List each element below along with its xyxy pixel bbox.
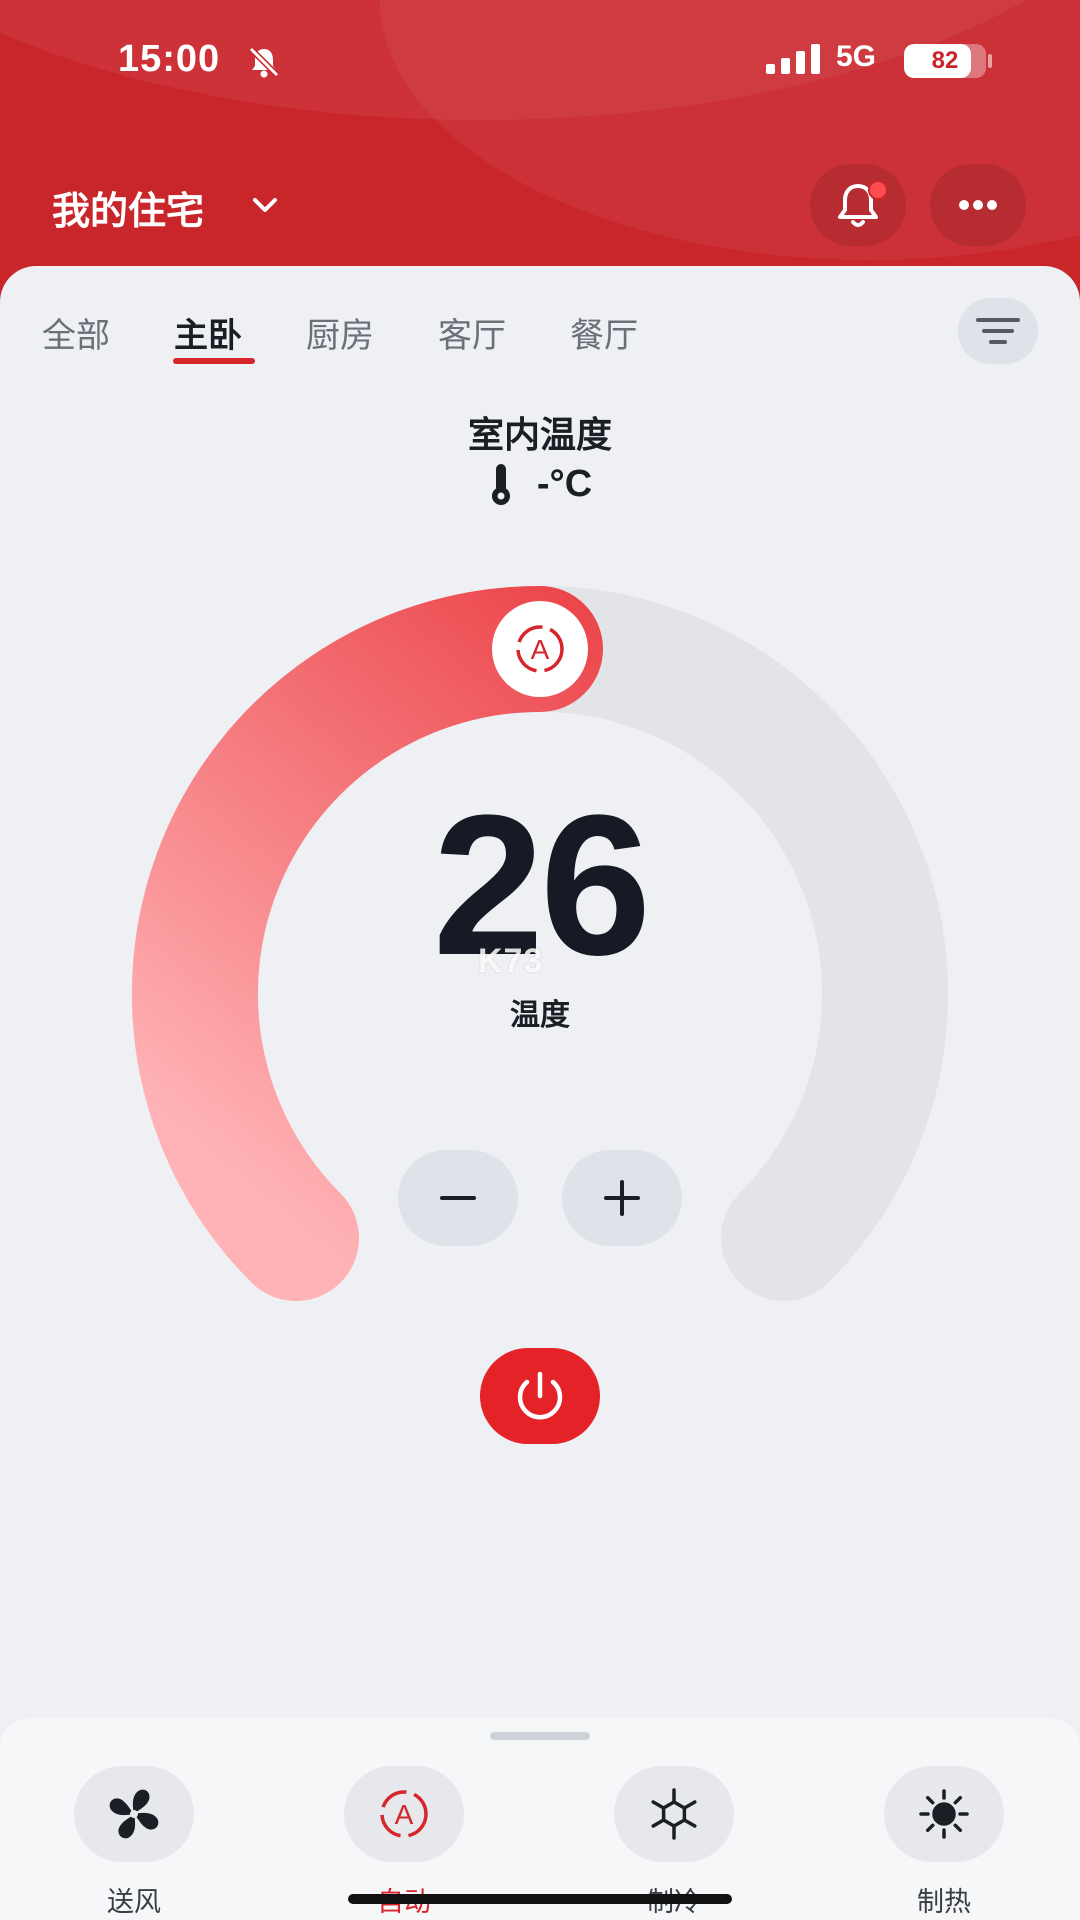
battery-tip <box>988 54 992 68</box>
bell-muted-icon <box>248 46 280 78</box>
mode-fan-button[interactable] <box>74 1766 194 1862</box>
sheet-handle[interactable] <box>490 1732 590 1740</box>
mode-auto-button[interactable]: A <box>344 1766 464 1862</box>
sun-icon <box>919 1789 969 1839</box>
app-root: 15:00 5G 82 我的住宅 全部 主卧 厨房 客厅 餐厅 室内温度 -°C… <box>0 0 1080 1920</box>
network-type: 5G <box>836 40 877 73</box>
power-button[interactable] <box>480 1348 600 1444</box>
notification-button[interactable] <box>810 164 906 246</box>
chevron-down-icon[interactable] <box>250 190 280 220</box>
mode-fan-label: 送风 <box>107 1887 161 1918</box>
indoor-temperature-value: -°C <box>536 462 593 505</box>
notification-dot <box>868 180 888 200</box>
indoor-temperature-label: 室内温度 <box>467 415 612 456</box>
thermometer-icon <box>491 464 510 505</box>
home-indicator <box>348 1894 732 1904</box>
tab-all[interactable]: 全部 <box>42 308 110 357</box>
dial-knob[interactable]: A <box>492 601 588 697</box>
svg-text:A: A <box>395 1799 414 1830</box>
mode-sheet: 送风 A 自动 <box>0 1718 1080 1920</box>
mode-heat-button[interactable] <box>884 1766 1004 1862</box>
home-selector[interactable]: 我的住宅 <box>52 180 204 235</box>
tab-underline <box>173 358 255 364</box>
decrease-temperature-button[interactable] <box>398 1150 518 1246</box>
status-time: 15:00 <box>118 38 221 80</box>
temperature-dial: A <box>131 586 948 1301</box>
signal-icon <box>766 44 820 74</box>
tab-kitchen[interactable]: 厨房 <box>306 308 374 357</box>
more-icon <box>959 200 997 210</box>
mode-fan[interactable]: 送风 <box>74 1766 194 1919</box>
fan-icon <box>109 1789 159 1839</box>
plus-icon <box>604 1180 640 1216</box>
filter-button[interactable] <box>958 298 1038 364</box>
minus-icon <box>440 1196 476 1200</box>
battery-level: 82 <box>931 47 959 74</box>
mode-heat-label: 制热 <box>917 1887 971 1918</box>
tab-master-bedroom[interactable]: 主卧 <box>174 308 242 357</box>
snowflake-icon <box>651 1788 697 1840</box>
watermark: K73 <box>478 942 544 980</box>
power-icon <box>517 1371 563 1420</box>
battery-icon: 82 <box>904 44 986 78</box>
set-temperature-label: 温度 <box>510 998 570 1033</box>
mode-heat[interactable]: 制热 <box>884 1766 1004 1919</box>
filter-icon <box>976 318 1020 344</box>
room-tabs: 全部 主卧 厨房 客厅 餐厅 <box>0 266 1080 376</box>
more-button[interactable] <box>930 164 1026 246</box>
tab-dining-room[interactable]: 餐厅 <box>570 308 638 357</box>
svg-text:A: A <box>531 634 550 665</box>
bell-icon <box>838 184 878 227</box>
increase-temperature-button[interactable] <box>562 1150 682 1246</box>
mode-cool-button[interactable] <box>614 1766 734 1862</box>
tab-living-room[interactable]: 客厅 <box>438 308 506 357</box>
main-card: 全部 主卧 厨房 客厅 餐厅 室内温度 -°C A 26 K73 温度 <box>0 266 1080 1920</box>
indoor-temperature-row: -°C <box>0 462 1080 512</box>
auto-mode-icon: A <box>380 1790 428 1838</box>
